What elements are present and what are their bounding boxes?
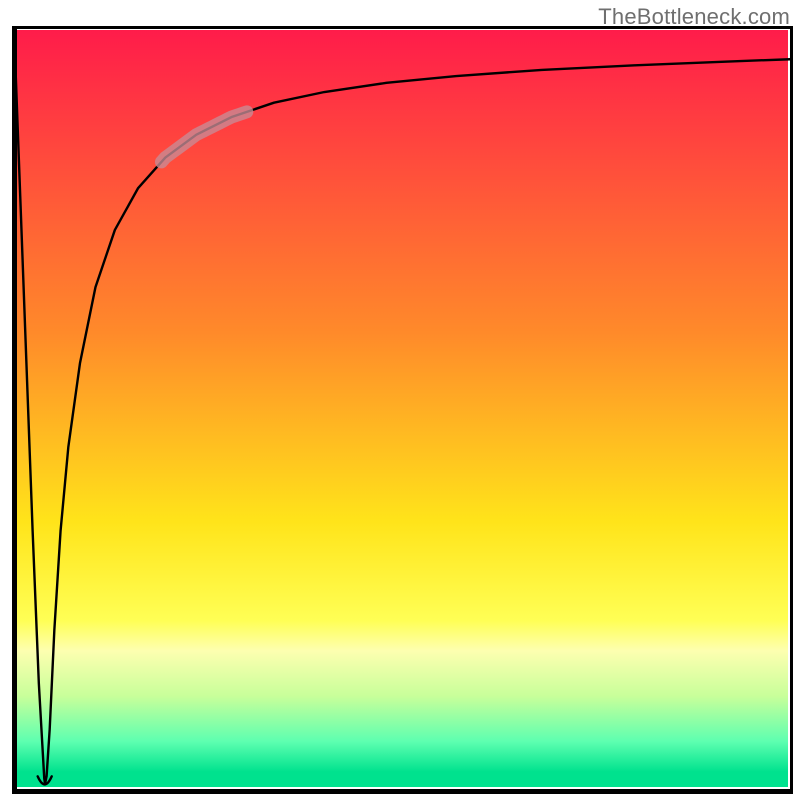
gradient-background — [17, 30, 788, 787]
chart-stage: TheBottleneck.com — [0, 0, 800, 800]
bottleneck-curve-chart — [0, 0, 800, 800]
watermark-text: TheBottleneck.com — [598, 4, 790, 30]
